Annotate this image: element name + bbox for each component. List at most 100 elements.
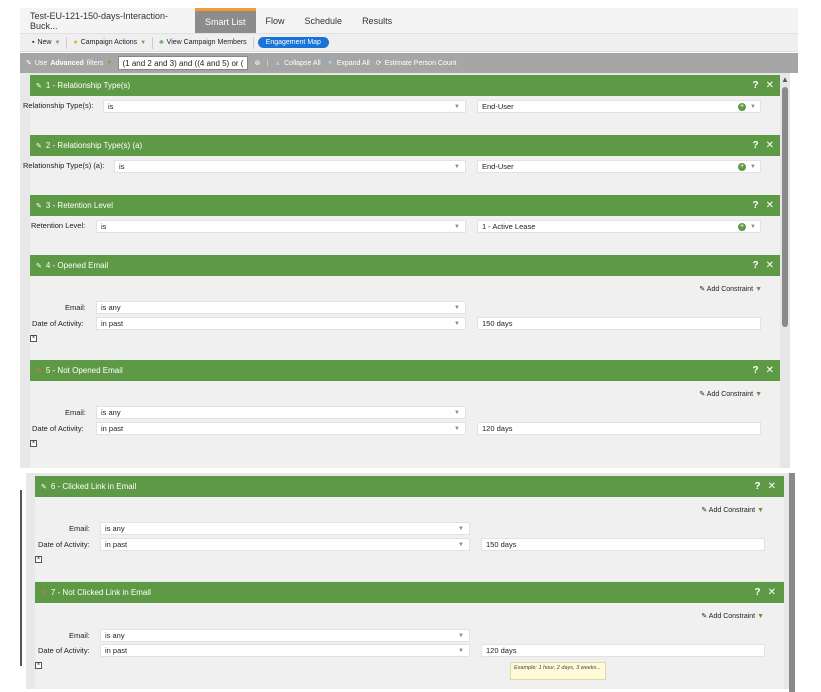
new-icon: ▪ xyxy=(32,39,35,46)
scroll-thumb[interactable] xyxy=(782,87,788,327)
operator-select[interactable]: is ▼ xyxy=(96,220,466,233)
drag-handle-icon[interactable]: ✎ xyxy=(36,202,42,210)
tab-smart-list[interactable]: Smart List xyxy=(195,8,256,33)
date-operator-select[interactable]: in past ▼ xyxy=(100,538,470,551)
help-icon[interactable]: ? xyxy=(753,140,759,151)
filter-header[interactable]: ✎ 7 - Not Clicked Link in Email ? ✕ xyxy=(35,582,784,603)
drag-handle-icon[interactable]: ✎ xyxy=(41,589,47,597)
add-constraint-button[interactable]: ✎ Add Constraint ▼ xyxy=(701,506,764,514)
close-icon[interactable]: ✕ xyxy=(766,365,774,376)
help-icon[interactable]: ? xyxy=(753,80,759,91)
date-operator-select[interactable]: in past ▼ xyxy=(100,644,470,657)
date-label: Date of Activity: xyxy=(38,540,90,549)
view-members-label: View Campaign Members xyxy=(166,39,247,46)
collapse-icon: ▲ xyxy=(274,59,282,67)
filter-body: ✎ Add Constraint ▼ Email: is any ▼ Date o… xyxy=(30,381,782,468)
view-members-button[interactable]: ♣ View Campaign Members xyxy=(153,36,254,49)
close-icon[interactable]: ✕ xyxy=(766,200,774,211)
plus-icon[interactable]: + xyxy=(738,102,746,111)
close-icon[interactable]: ✕ xyxy=(766,80,774,91)
help-icon[interactable]: ? xyxy=(753,200,759,211)
checkbox[interactable]: × xyxy=(30,335,37,342)
email-select[interactable]: is any ▼ xyxy=(96,301,466,314)
chevron-down-icon: ▼ xyxy=(750,163,756,170)
collapse-all-button[interactable]: ▲ Collapse All xyxy=(274,60,321,67)
operator-select[interactable]: is ▼ xyxy=(114,160,466,173)
checkbox[interactable]: × xyxy=(35,556,42,563)
date-value-input[interactable]: 120 days xyxy=(477,422,761,435)
help-icon[interactable]: ⊛ xyxy=(254,59,260,67)
chevron-down-icon: ▼ xyxy=(755,286,762,293)
add-constraint-label: Add Constraint xyxy=(708,507,756,514)
filter-header[interactable]: ✎ 1 - Relationship Type(s) ? ✕ xyxy=(30,75,782,96)
engagement-map-button[interactable]: Engagement Map xyxy=(257,37,329,48)
close-icon[interactable]: ✕ xyxy=(766,140,774,151)
plus-icon[interactable]: + xyxy=(738,162,746,171)
chevron-down-icon: ▼ xyxy=(454,320,460,327)
drag-handle-icon[interactable]: ✎ xyxy=(36,367,42,375)
date-operator-select[interactable]: in past ▼ xyxy=(96,422,466,435)
email-select[interactable]: is any ▼ xyxy=(100,522,470,535)
checkbox[interactable]: × xyxy=(35,662,42,669)
add-constraint-button[interactable]: ✎ Add Constraint ▼ xyxy=(701,612,764,620)
filter-header[interactable]: ✎ 3 - Retention Level ? ✕ xyxy=(30,195,782,216)
close-icon[interactable]: ✕ xyxy=(766,260,774,271)
drag-handle-icon[interactable]: ✎ xyxy=(36,82,42,90)
bulb-icon: ● xyxy=(73,39,78,46)
chevron-down-icon: ▼ xyxy=(757,507,764,514)
close-icon[interactable]: ✕ xyxy=(768,481,776,492)
plus-icon[interactable]: + xyxy=(738,222,746,231)
date-operator-value: in past xyxy=(105,540,128,549)
filter-header[interactable]: ✎ 2 - Relationship Type(s) (a) ? ✕ xyxy=(30,135,782,156)
scroll-up-icon[interactable]: ▲ xyxy=(781,75,789,84)
help-icon[interactable]: ? xyxy=(753,365,759,376)
estimate-button[interactable]: ⟳ Estimate Person Count xyxy=(376,59,457,68)
checkbox[interactable]: × xyxy=(30,440,37,447)
smart-list-canvas: ✎ 1 - Relationship Type(s) ? ✕ Relationsh… xyxy=(20,73,790,468)
value-field[interactable]: End-User + ▼ xyxy=(477,160,761,173)
help-icon[interactable]: ? xyxy=(755,481,761,492)
campaign-actions-label: Campaign Actions xyxy=(80,39,138,46)
date-operator-select[interactable]: in past ▼ xyxy=(96,317,466,330)
filter-header[interactable]: ✎ 4 - Opened Email ? ✕ xyxy=(30,255,782,276)
tab-results[interactable]: Results xyxy=(352,8,402,33)
date-value-input[interactable]: 150 days xyxy=(481,538,765,551)
separator: | xyxy=(266,59,269,67)
expand-all-button[interactable]: ▼ Expand All xyxy=(327,60,370,67)
add-constraint-label: Add Constraint xyxy=(708,613,756,620)
new-menu[interactable]: ▪ New ▼ xyxy=(26,36,68,49)
help-icon[interactable]: ? xyxy=(753,260,759,271)
filter-card: ✎ 1 - Relationship Type(s) ? ✕ Relationsh… xyxy=(23,75,782,136)
use-advanced-filters-menu[interactable]: ✎ Use Advanced filters ▼ xyxy=(26,59,112,68)
add-constraint-button[interactable]: ✎ Add Constraint ▼ xyxy=(699,285,762,293)
tab-schedule[interactable]: Schedule xyxy=(295,8,353,33)
filter-title: 1 - Relationship Type(s) xyxy=(45,81,131,90)
value-field[interactable]: End-User + ▼ xyxy=(477,100,761,113)
new-label: New xyxy=(37,39,52,46)
date-value-input[interactable]: 150 days xyxy=(477,317,761,330)
value-field[interactable]: 1 - Active Lease + ▼ xyxy=(477,220,761,233)
drag-handle-icon[interactable]: ✎ xyxy=(41,483,47,491)
add-constraint-icon: ✎ xyxy=(701,613,708,620)
email-select[interactable]: is any ▼ xyxy=(96,406,466,419)
filter-header[interactable]: ✎ 6 - Clicked Link in Email ? ✕ xyxy=(35,476,784,497)
add-constraint-button[interactable]: ✎ Add Constraint ▼ xyxy=(699,390,762,398)
close-icon[interactable]: ✕ xyxy=(768,587,776,598)
date-value-input[interactable]: 120 days xyxy=(481,644,765,657)
campaign-actions-menu[interactable]: ● Campaign Actions ▼ xyxy=(67,36,154,49)
drag-handle-icon[interactable]: ✎ xyxy=(36,142,42,150)
help-icon[interactable]: ? xyxy=(755,587,761,598)
filter-toolbar: ✎ Use Advanced filters ▼ ⊛ | ▲ Collapse … xyxy=(20,53,798,73)
vertical-scrollbar[interactable]: ▲ xyxy=(780,73,790,468)
date-operator-value: in past xyxy=(101,319,124,328)
chevron-down-icon: ▼ xyxy=(750,223,756,230)
vertical-scrollbar-lower[interactable] xyxy=(789,473,795,692)
tab-flow[interactable]: Flow xyxy=(256,8,295,33)
filter-header[interactable]: ✎ 5 - Not Opened Email ? ✕ xyxy=(30,360,782,381)
operator-select[interactable]: is ▼ xyxy=(103,100,466,113)
filter-logic-input[interactable] xyxy=(118,56,249,70)
drag-handle-icon[interactable]: ✎ xyxy=(36,262,42,270)
email-select[interactable]: is any ▼ xyxy=(100,629,470,642)
date-operator-value: in past xyxy=(101,424,124,433)
filter-body: ✎ Add Constraint ▼ Email: is any ▼ Date o… xyxy=(35,603,784,689)
